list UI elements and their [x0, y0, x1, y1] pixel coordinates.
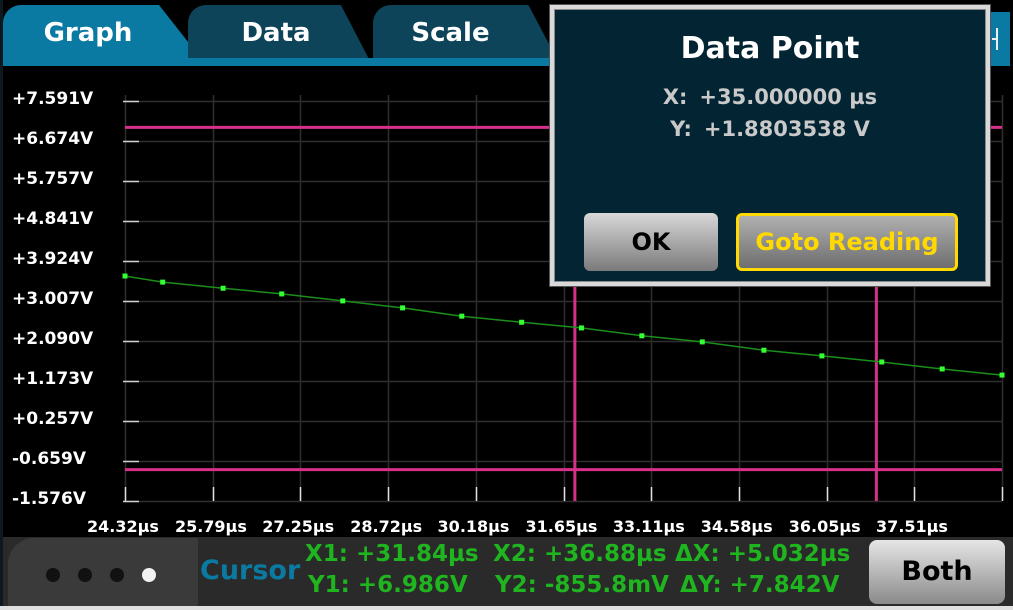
swipe-dot-4-active[interactable] [142, 568, 156, 582]
dialog-y-row: Y: +1.8803538 V [554, 117, 986, 141]
x-tick-label: 25.79µs [174, 517, 247, 536]
data-point [939, 366, 945, 372]
swipe-dot-3[interactable] [110, 568, 124, 582]
cursor-delta-x: ΔX: +5.032µs [675, 541, 851, 567]
dialog-x-row: X: +35.000000 µs [554, 85, 986, 109]
y-tick-label: +3.924V [12, 249, 94, 269]
dialog-x-label: X: [662, 85, 688, 109]
trace [122, 273, 1005, 378]
cursor-x1: X1: +31.84µs [305, 541, 479, 567]
both-button[interactable]: Both [869, 540, 1005, 604]
data-point [578, 325, 584, 331]
data-point [519, 319, 525, 325]
x-tick-label: 30.18µs [437, 517, 510, 536]
cursor-delta-y: ΔY: +7.842V [680, 572, 840, 598]
y-tick-label: +3.007V [12, 289, 94, 310]
data-point [160, 279, 166, 285]
x-tick-label: 37.51µs [876, 517, 948, 536]
y-tick-label: +0.257V [12, 409, 94, 430]
ok-button[interactable]: OK [584, 213, 718, 271]
x-tick-label: 28.72µs [350, 517, 423, 536]
dialog-y-value: +1.8803538 V [703, 117, 870, 141]
y-tick-label: +2.090V [12, 329, 94, 350]
data-point [639, 333, 645, 339]
data-point [459, 313, 465, 319]
data-point [279, 291, 285, 297]
x-tick-label: 24.32µs [87, 517, 159, 536]
screen-bottom-edge [0, 606, 1013, 610]
y-tick-label: -0.659V [12, 448, 86, 469]
cursor-y2: Y2: -855.8mV [495, 572, 669, 598]
dialog-title: Data Point [680, 31, 860, 66]
data-point [220, 285, 226, 291]
data-point [879, 359, 885, 365]
swipe-dot-1[interactable] [46, 568, 60, 582]
data-point [340, 298, 346, 304]
cursor-x2: X2: +36.88µs [493, 541, 667, 567]
data-point-dialog: Data Point X: +35.000000 µs Y: +1.8803538 … [550, 5, 990, 286]
cursor-label: Cursor [200, 555, 301, 586]
trace-line [124, 275, 1003, 376]
x-tick-label: 31.65µs [525, 517, 598, 536]
x-tick-label: 36.05µs [788, 517, 861, 536]
dialog-x-value: +35.000000 µs [699, 85, 878, 109]
goto-reading-button[interactable]: Goto Reading [736, 213, 958, 271]
dialog-y-label: Y: [670, 117, 692, 141]
y-tick-label: -1.576V [12, 489, 86, 509]
data-point [999, 372, 1005, 378]
data-point [400, 305, 406, 311]
data-point [699, 339, 705, 345]
swipe-dot-2[interactable] [78, 568, 92, 582]
cursor-y1: Y1: +6.986V [308, 572, 468, 598]
data-point [819, 353, 825, 359]
y-tick-label: +7.591V [12, 89, 94, 109]
x-tick-label: 34.58µs [700, 517, 773, 536]
x-tick-label: 27.25µs [262, 517, 335, 536]
y-tick-label: +5.757V [12, 169, 94, 190]
y-tick-label: +1.173V [12, 369, 94, 390]
swipe-handle[interactable] [8, 538, 198, 606]
x-tick-label: 33.11µs [612, 517, 685, 536]
y-tick-label: +6.674V [12, 129, 94, 149]
y-tick-label: +4.841V [12, 208, 94, 229]
data-point [122, 273, 128, 279]
data-point [761, 347, 767, 353]
